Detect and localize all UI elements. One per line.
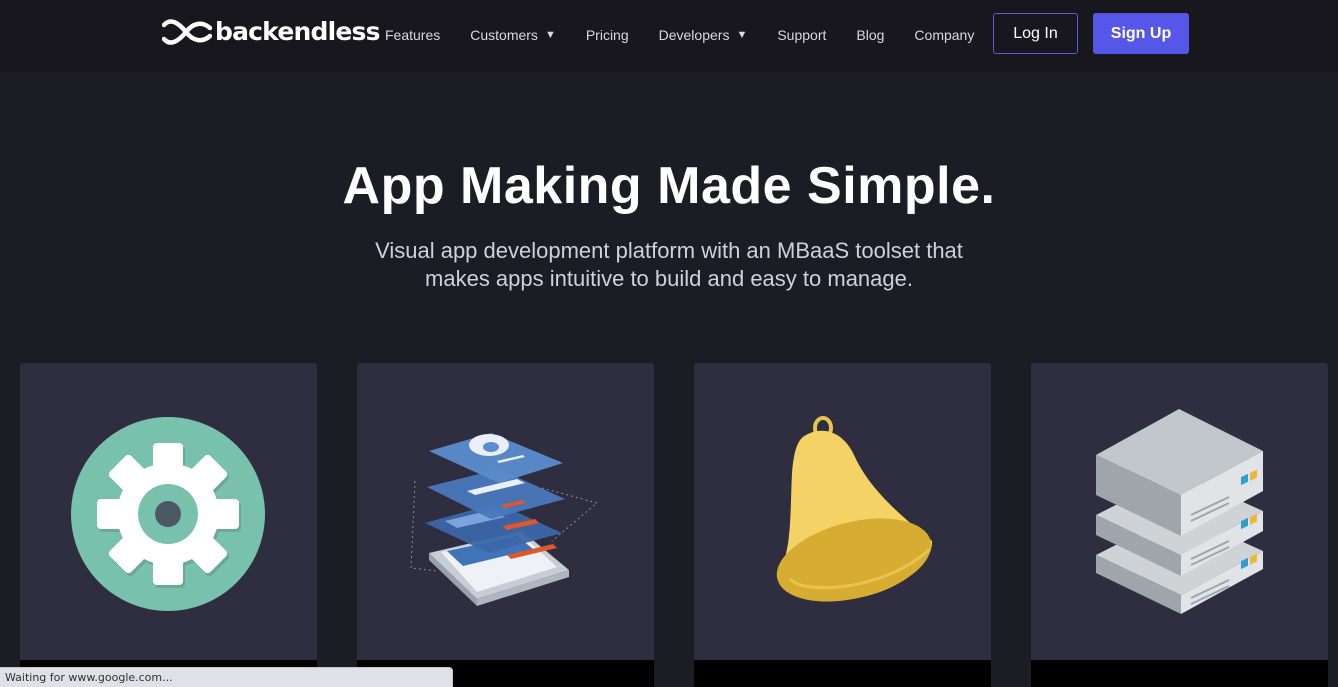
nav-blog-label: Blog <box>856 27 885 43</box>
main-nav: Features Customers ▼ Pricing Developers … <box>385 22 1004 48</box>
signup-button[interactable]: Sign Up <box>1093 13 1189 54</box>
nav-blog[interactable]: Blog <box>856 27 884 43</box>
browser-status-bar: Waiting for www.google.com... <box>0 667 453 687</box>
nav-company[interactable]: Company <box>914 27 974 43</box>
nav-pricing[interactable]: Pricing <box>586 27 629 43</box>
feature-card-3[interactable] <box>694 363 991 660</box>
nav-developers-label: Developers <box>658 27 730 43</box>
brand-name: backendless <box>215 17 380 46</box>
nav-support-label: Support <box>777 27 827 43</box>
login-button[interactable]: Log In <box>993 13 1078 54</box>
nav-pricing-label: Pricing <box>585 27 629 43</box>
backendless-logo-icon <box>162 19 212 45</box>
nav-developers[interactable]: Developers ▼ <box>659 27 748 43</box>
gear-icon <box>71 417 265 611</box>
feature-card-4-footer <box>1031 660 1328 687</box>
feature-card-2[interactable] <box>357 363 654 660</box>
feature-card-3-footer <box>694 660 991 687</box>
hero-title: App Making Made Simple. <box>342 157 996 215</box>
hero-subtitle-line-1: Visual app development platform with an … <box>375 238 963 263</box>
nav-company-label: Company <box>914 27 975 43</box>
app-layers-icon <box>410 433 599 606</box>
feature-card-4[interactable] <box>1031 363 1328 660</box>
backendless-logo[interactable]: backendless <box>162 16 380 48</box>
nav-customers[interactable]: Customers ▼ <box>470 27 556 43</box>
hero-subtitle-line-2: makes apps intuitive to build and easy t… <box>425 266 913 291</box>
nav-features-label: Features <box>385 27 441 43</box>
chevron-down-icon: ▼ <box>736 29 748 41</box>
nav-customers-label: Customers <box>470 27 538 43</box>
feature-card-1[interactable] <box>20 363 317 660</box>
bell-icon <box>776 416 933 602</box>
server-icon <box>1096 409 1263 614</box>
nav-support[interactable]: Support <box>777 27 826 43</box>
chevron-down-icon: ▼ <box>544 29 556 41</box>
hero-subtitle: Visual app development platform with an … <box>319 237 1019 293</box>
top-navigation-bar: backendless Features Customers ▼ Pricing… <box>0 0 1338 72</box>
nav-features[interactable]: Features <box>385 27 440 43</box>
